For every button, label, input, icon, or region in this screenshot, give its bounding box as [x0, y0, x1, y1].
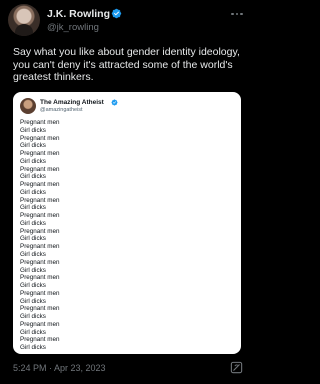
quoted-tweet-line: Girl dicks: [20, 328, 46, 336]
quoted-author-display-name: The Amazing Atheist: [40, 99, 104, 106]
quoted-tweet-line: Girl dicks: [20, 266, 46, 274]
tweet-timestamp[interactable]: 5:24 PM · Apr 23, 2023: [13, 363, 106, 373]
quoted-tweet-line: Girl dicks: [20, 204, 46, 212]
quoted-author-handle: @amazingatheist: [40, 107, 83, 113]
quoted-verified-badge-icon: [111, 99, 118, 105]
quoted-tweet-line: Pregnant men: [20, 196, 60, 204]
quoted-tweet-line: Pregnant men: [20, 212, 60, 220]
verified-badge-icon: [111, 8, 122, 19]
quoted-tweet-line: Girl dicks: [20, 282, 46, 290]
quoted-tweet-line: Pregnant men: [20, 181, 60, 189]
quoted-tweet-line: Girl dicks: [20, 173, 46, 181]
quoted-tweet-line: Pregnant men: [20, 320, 60, 328]
quoted-author-avatar: [20, 98, 36, 114]
grok-icon[interactable]: [230, 361, 243, 374]
quoted-tweet-line: Girl dicks: [20, 142, 46, 150]
tweet: J.K. Rowling @jk_rowling Say what you li…: [0, 0, 254, 384]
quoted-tweet-line: Girl dicks: [20, 219, 46, 227]
author-avatar[interactable]: [8, 4, 40, 36]
quoted-tweet-line: Girl dicks: [20, 251, 46, 259]
author-handle[interactable]: @jk_rowling: [47, 22, 99, 33]
quoted-tweet-line: Girl dicks: [20, 188, 46, 196]
more-options-icon[interactable]: [230, 10, 244, 18]
quoted-tweet-line: Pregnant men: [20, 289, 60, 297]
quoted-tweet-line: Girl dicks: [20, 344, 46, 352]
quoted-tweet-line: Girl dicks: [20, 297, 46, 305]
quoted-tweet-line: Pregnant men: [20, 258, 60, 266]
quoted-tweet-line: Pregnant men: [20, 336, 60, 344]
quoted-tweet-line: Girl dicks: [20, 235, 46, 243]
quoted-tweet-line: Pregnant men: [20, 134, 60, 142]
quoted-tweet-line: Girl dicks: [20, 157, 46, 165]
quoted-tweet-line: Pregnant men: [20, 227, 60, 235]
author-display-name[interactable]: J.K. Rowling: [47, 8, 110, 20]
quoted-tweet-line: Pregnant men: [20, 165, 60, 173]
quoted-tweet-line: Girl dicks: [20, 313, 46, 321]
quoted-tweet-text: Pregnant men Girl dicks Pregnant men Girl d…: [20, 119, 60, 352]
quoted-tweet-line: Pregnant men: [20, 305, 60, 313]
quoted-tweet-line: Girl dicks: [20, 126, 46, 134]
quoted-tweet-line: Pregnant men: [20, 243, 60, 251]
quoted-tweet-line: Pregnant men: [20, 274, 60, 282]
quoted-tweet-line: Pregnant men: [20, 119, 60, 126]
tweet-text: Say what you like about gender identity …: [13, 46, 240, 83]
quoted-tweet-line: Pregnant men: [20, 150, 60, 158]
quoted-tweet-card[interactable]: The Amazing Atheist @amazingatheist Preg…: [13, 92, 241, 354]
